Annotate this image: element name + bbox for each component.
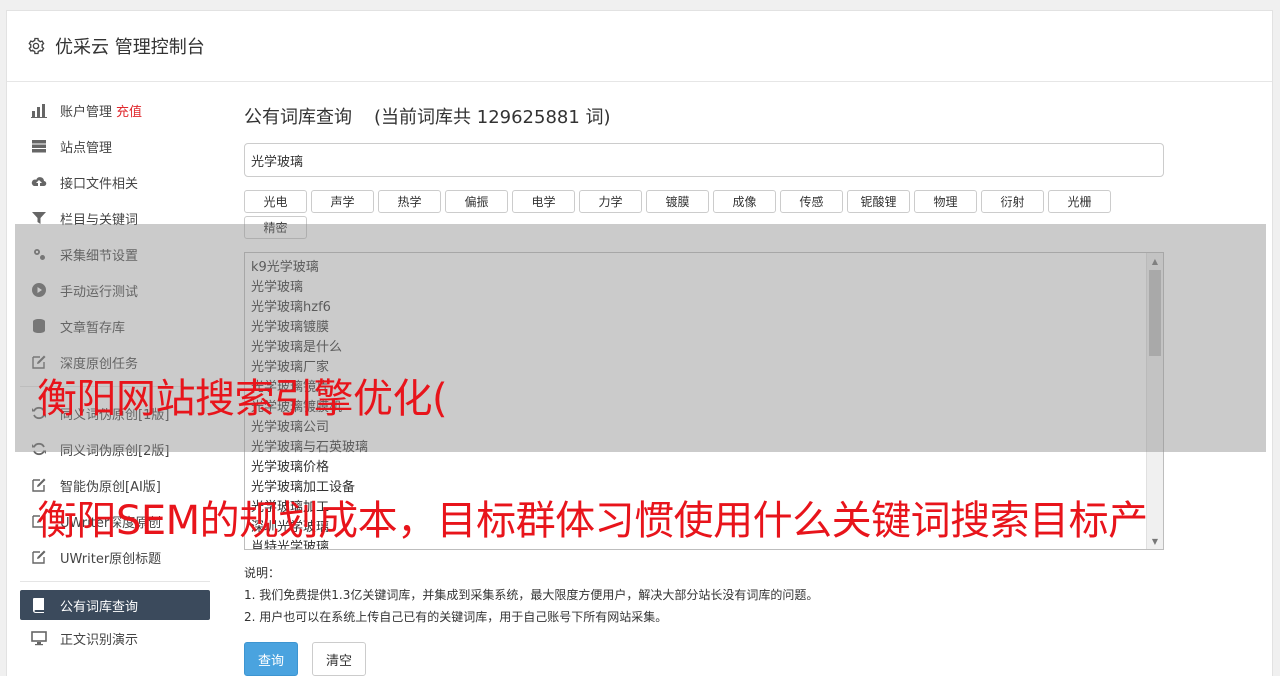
note-1: 1. 我们免费提供1.3亿关键词库，并集成到采集系统，最大限度方便用户，解决大部… [244, 588, 819, 602]
nav-divider [20, 581, 210, 582]
server-icon [30, 138, 48, 154]
tag-button[interactable]: 衍射 [981, 190, 1044, 213]
sidebar-item[interactable]: 正文识别演示 [20, 620, 210, 656]
tag-button[interactable]: 铌酸锂 [847, 190, 910, 213]
notes-title: 说明： [244, 566, 281, 580]
page-title-text: 公有词库查询 [244, 107, 352, 128]
tag-button[interactable]: 偏振 [445, 190, 508, 213]
app-title: 优采云 管理控制台 [55, 37, 205, 58]
list-item[interactable]: 光学玻璃价格 [251, 458, 1163, 478]
scroll-down-icon[interactable]: ▼ [1147, 533, 1163, 549]
tag-button[interactable]: 成像 [713, 190, 776, 213]
monitor-icon [30, 630, 48, 646]
page-header: 优采云 管理控制台 [7, 11, 1272, 82]
tag-button[interactable]: 镀膜 [646, 190, 709, 213]
sidebar-item[interactable]: 站点管理 [20, 128, 210, 164]
tag-button[interactable]: 热学 [378, 190, 441, 213]
tag-button[interactable]: 声学 [311, 190, 374, 213]
query-button[interactable]: 查询 [244, 642, 298, 676]
sidebar-item-label: 站点管理 [60, 140, 113, 156]
action-bar: 查询 清空 [244, 642, 1164, 676]
sidebar-item[interactable]: 接口文件相关 [20, 164, 210, 200]
sidebar-item[interactable]: 公有词库查询 [20, 590, 210, 620]
bar-chart-icon [30, 102, 48, 118]
sidebar-item-label: 正文识别演示 [60, 632, 139, 648]
clear-button[interactable]: 清空 [312, 642, 366, 676]
search-input[interactable] [244, 143, 1164, 177]
overlay-headline-2: 衡阳SEM的规划成本，目标群体习惯使用什么关键词搜索目标产 [37, 498, 1148, 544]
page-title: 公有词库查询 (当前词库共 129625881 词) [244, 103, 1164, 129]
word-count: (当前词库共 129625881 词) [374, 107, 611, 128]
sidebar-item-label: UWriter原创标题 [60, 551, 162, 567]
tag-button[interactable]: 光栅 [1048, 190, 1111, 213]
tag-button[interactable]: 力学 [579, 190, 642, 213]
note-2: 2. 用户也可以在系统上传自己已有的关键词库，用于自己账号下所有网站采集。 [244, 610, 668, 624]
notes: 说明： 1. 我们免费提供1.3亿关键词库，并集成到采集系统，最大限度方便用户，… [244, 562, 1164, 628]
book-icon [30, 597, 48, 613]
cloud-upload-icon [30, 174, 48, 190]
sidebar-item[interactable]: 账户管理 充值 [20, 92, 210, 128]
sidebar-item-label: 接口文件相关 [60, 176, 139, 192]
overlay-headline-1: 衡阳网站搜索引擎优化( [37, 376, 448, 422]
tag-button[interactable]: 传感 [780, 190, 843, 213]
edit-icon [30, 549, 48, 565]
sidebar-item-label: 账户管理 [60, 104, 113, 120]
gear-icon [28, 37, 45, 55]
tag-button[interactable]: 电学 [512, 190, 575, 213]
tag-button[interactable]: 光电 [244, 190, 307, 213]
sidebar-item-label: 公有词库查询 [60, 599, 139, 615]
recharge-link[interactable]: 充值 [116, 101, 142, 120]
tag-button[interactable]: 物理 [914, 190, 977, 213]
